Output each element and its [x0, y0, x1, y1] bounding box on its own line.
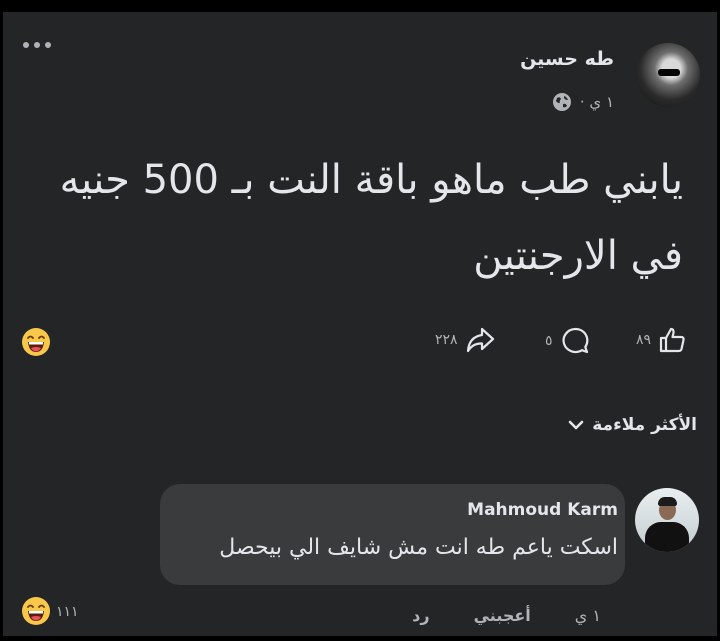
comment-text: اسكت ياعم طه انت مش شايف الي بيحصل [219, 535, 618, 560]
comment-like-button[interactable]: أعجبني [474, 606, 531, 625]
post-text-line-2: في الارجنتين [473, 233, 683, 279]
comment-reaction-count[interactable]: ١١١ [56, 604, 79, 620]
globe-icon [552, 93, 571, 111]
like-count: ٨٩ [636, 332, 652, 348]
comment-reply-button[interactable]: رد [412, 606, 429, 625]
post-time[interactable]: ١ ي · [580, 93, 614, 111]
commenter-name[interactable]: Mahmoud Karm [467, 500, 618, 520]
share-button[interactable]: ٢٢٨ [435, 325, 496, 355]
share-arrow-icon [466, 327, 494, 353]
author-avatar[interactable] [636, 43, 700, 107]
post-text-line-1: يابني طب ماهو باقة النت بـ 500 جنيه [59, 157, 683, 203]
comment-count: ٥ [545, 333, 553, 349]
sort-comments-dropdown[interactable]: الأكثر ملاءمة [568, 415, 697, 435]
thumbs-up-icon [659, 327, 685, 353]
like-button[interactable]: ٨٩ [636, 325, 687, 355]
post-card: طه حسين ١ ي · يابني طب ماهو باقة النت بـ… [3, 12, 717, 636]
comment-actions: ١ ي أعجبني رد [412, 606, 601, 625]
comment-time[interactable]: ١ ي [575, 606, 601, 625]
laughing-emoji-icon[interactable] [21, 596, 51, 626]
sort-label: الأكثر ملاءمة [592, 415, 697, 435]
comment-button[interactable]: ٥ [545, 325, 591, 357]
more-options-icon[interactable] [23, 42, 51, 48]
chevron-down-icon [568, 420, 584, 430]
post-author-name[interactable]: طه حسين [520, 48, 614, 70]
post-text: يابني طب ماهو باقة النت بـ 500 جنيه في ا… [23, 142, 683, 294]
commenter-avatar[interactable] [635, 488, 699, 552]
post-meta: ١ ي · [552, 92, 614, 112]
share-count: ٢٢٨ [435, 332, 458, 348]
comment-bubble-icon [562, 327, 588, 354]
laughing-emoji-icon[interactable] [21, 327, 51, 357]
